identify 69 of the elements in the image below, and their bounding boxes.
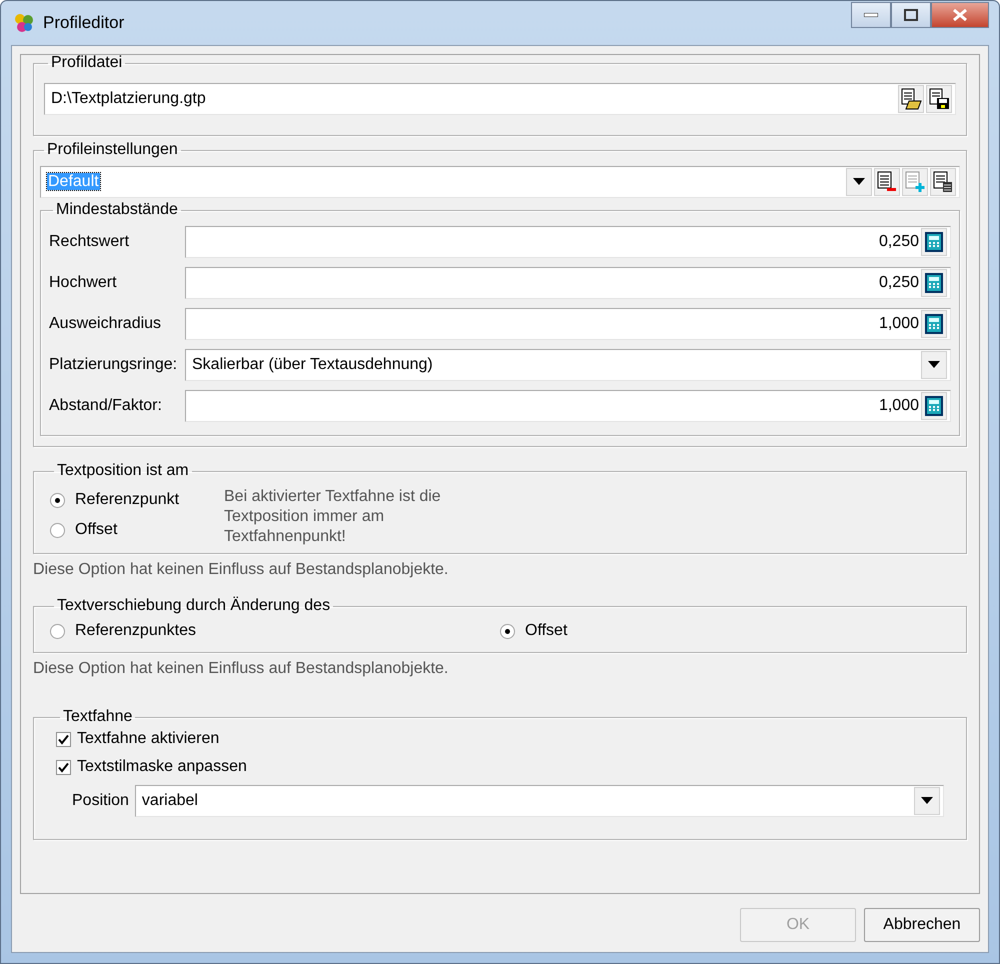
checkbox-label: Textfahne aktivieren bbox=[77, 729, 220, 749]
dropdown-toggle[interactable] bbox=[921, 351, 947, 379]
app-icon bbox=[13, 12, 35, 34]
field-label: Rechtswert bbox=[49, 232, 130, 252]
restore-icon bbox=[904, 9, 918, 21]
radio-button[interactable] bbox=[50, 522, 65, 538]
field-label: Ausweichradius bbox=[49, 314, 162, 334]
note-text: Diese Option hat keinen Einfluss auf Bestandsplanobjekte. bbox=[33, 659, 450, 679]
delete-list-icon bbox=[876, 171, 898, 193]
dropdown-toggle[interactable] bbox=[846, 168, 872, 196]
window-title: Profileditor bbox=[43, 12, 124, 34]
number-field[interactable]: 1,000 bbox=[185, 308, 951, 340]
checkbox-label: Textstilmaske anpassen bbox=[77, 757, 247, 777]
option-label: Offset bbox=[525, 621, 568, 641]
number-field[interactable]: 0,250 bbox=[185, 267, 951, 299]
calculator-icon bbox=[925, 273, 943, 293]
caret-icon bbox=[921, 797, 933, 805]
save-button[interactable] bbox=[926, 85, 952, 113]
group-title: Textverschiebung durch Änderung des bbox=[56, 598, 332, 614]
dropdown-toggle[interactable] bbox=[914, 787, 940, 815]
open-file-button[interactable] bbox=[898, 85, 924, 113]
group-title: Textfahne bbox=[62, 709, 134, 725]
file-path-field[interactable]: D:\Textplatzierung.gtp bbox=[44, 83, 956, 115]
option-label: Referenzpunktes bbox=[75, 621, 196, 641]
check-icon bbox=[58, 762, 69, 772]
add-list-icon bbox=[904, 171, 926, 193]
field-label: Platzierungsringe: bbox=[49, 355, 178, 375]
cancel-button[interactable]: Abbrechen bbox=[864, 908, 980, 942]
close-icon bbox=[953, 9, 967, 21]
calculator-icon bbox=[925, 396, 943, 416]
note-text: Diese Option hat keinen Einfluss auf Bestandsplanobjekte. bbox=[33, 560, 450, 580]
checkbox[interactable] bbox=[56, 732, 71, 746]
number-field[interactable]: 1,000 bbox=[185, 390, 951, 422]
minimize-button[interactable] bbox=[851, 2, 891, 28]
group-title: Profileinstellungen bbox=[46, 142, 179, 158]
close-button[interactable] bbox=[931, 2, 989, 28]
number-field[interactable]: 0,250 bbox=[185, 226, 951, 258]
save-icon bbox=[928, 88, 950, 110]
field-label: Abstand/Faktor: bbox=[49, 396, 163, 416]
radio-button[interactable] bbox=[500, 624, 515, 638]
field-label: Position bbox=[72, 791, 129, 811]
delete-profile-button[interactable] bbox=[874, 168, 900, 196]
calculator-button[interactable] bbox=[921, 269, 947, 297]
checkbox[interactable] bbox=[56, 760, 71, 774]
open-file-icon bbox=[900, 88, 922, 110]
minimize-icon bbox=[864, 13, 878, 17]
caret-icon bbox=[853, 178, 865, 186]
calculator-button[interactable] bbox=[921, 310, 947, 338]
radio-button[interactable] bbox=[50, 492, 65, 508]
hint-text: Bei aktivierter Textfahne ist die Textposition immer am Textfahnenpunkt! bbox=[224, 487, 442, 547]
selected-text: Default bbox=[47, 173, 100, 190]
calculator-icon bbox=[925, 314, 943, 334]
group-title: Textposition ist am bbox=[56, 463, 190, 479]
group-title: Profildatei bbox=[50, 55, 124, 71]
list-icon bbox=[932, 171, 954, 193]
dropdown-field[interactable]: variabel bbox=[134, 785, 944, 817]
dropdown-field[interactable]: Skalierbar (über Textausdehnung) bbox=[185, 349, 951, 381]
option-label: Referenzpunkt bbox=[75, 490, 180, 510]
calculator-button[interactable] bbox=[921, 392, 947, 420]
radio-button[interactable] bbox=[50, 624, 65, 638]
group-title: Mindestabstände bbox=[55, 202, 179, 218]
caret-icon bbox=[928, 361, 940, 369]
calculator-icon bbox=[925, 232, 943, 252]
option-label: Offset bbox=[75, 520, 118, 540]
profile-list-button[interactable] bbox=[930, 168, 956, 196]
restore-button[interactable] bbox=[891, 2, 931, 28]
calculator-button[interactable] bbox=[921, 228, 947, 256]
field-label: Hochwert bbox=[49, 273, 118, 293]
check-icon bbox=[58, 734, 69, 744]
